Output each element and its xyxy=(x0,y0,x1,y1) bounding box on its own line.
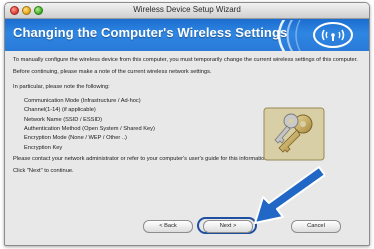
title-bar: Wireless Device Setup Wizard xyxy=(5,3,369,19)
wireless-logo-icon xyxy=(277,20,353,51)
window-title: Wireless Device Setup Wizard xyxy=(133,5,241,14)
intro-text: To manually configure the wireless devic… xyxy=(13,57,358,63)
page-title: Changing the Computer's Wireless Setting… xyxy=(13,25,288,40)
back-button[interactable]: < Back xyxy=(143,220,193,233)
next-button[interactable]: Next > xyxy=(203,220,253,233)
note-text: Before continuing, please make a note of… xyxy=(13,68,212,75)
wizard-window: Wireless Device Setup Wizard Changing th… xyxy=(4,2,370,246)
pointer-arrow-icon xyxy=(254,166,325,224)
wizard-header: Changing the Computer's Wireless Setting… xyxy=(5,19,369,51)
setting-communication-mode: Communication Mode (Infrastructure / Ad-… xyxy=(24,97,141,104)
particular-text: In particular, please note the following… xyxy=(13,84,110,91)
keys-icon xyxy=(263,107,325,161)
